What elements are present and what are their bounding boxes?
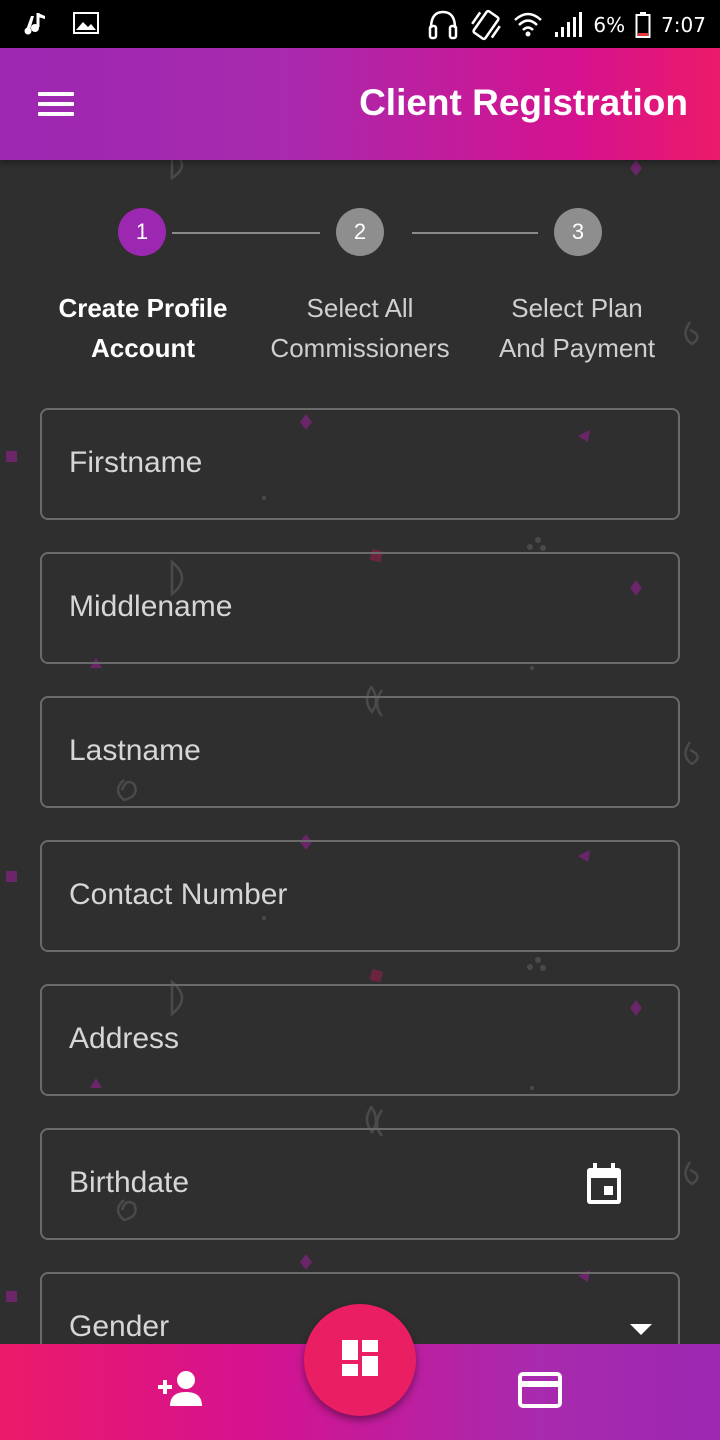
hamburger-menu-icon[interactable] [30, 84, 82, 124]
firstname-field[interactable]: Firstname [40, 408, 680, 520]
firstname-label: Firstname [69, 446, 203, 479]
calendar-icon[interactable] [584, 1162, 624, 1211]
clock: 7:07 [661, 13, 706, 37]
step-2-label[interactable]: Select All Commissioners [250, 288, 470, 368]
step-3-label[interactable]: Select Plan And Payment [467, 288, 687, 368]
lastname-field[interactable]: Lastname [40, 696, 680, 808]
add-person-icon[interactable] [156, 1368, 204, 1413]
step-1-number: 1 [135, 219, 149, 244]
step-2-indicator[interactable]: 2 [336, 208, 384, 256]
step-1-label-line1: Create Profile [58, 293, 228, 323]
middlename-field[interactable]: Middlename [40, 552, 680, 664]
music-note-icon [22, 10, 48, 36]
birthdate-field[interactable]: Birthdate [40, 1128, 680, 1240]
credit-card-icon[interactable] [518, 1372, 562, 1413]
middlename-label: Middlename [69, 590, 233, 623]
step-2-number: 2 [353, 219, 367, 244]
dashboard-button[interactable] [304, 1304, 416, 1416]
step-1-indicator[interactable]: 1 [118, 208, 166, 256]
battery-percent: 6% [593, 13, 626, 37]
step-3-number: 3 [571, 219, 585, 244]
address-field[interactable]: Address [40, 984, 680, 1096]
step-3-label-line2: And Payment [498, 333, 656, 363]
address-label: Address [69, 1022, 180, 1055]
step-3-label-line1: Select Plan [511, 293, 643, 323]
vibrate-icon [469, 8, 503, 42]
step-2-label-line1: Select All [306, 293, 414, 323]
contact-number-label: Contact Number [69, 878, 288, 911]
step-connector [412, 232, 538, 234]
step-connector [172, 232, 320, 234]
page-title: Client Registration [359, 82, 688, 123]
image-icon [72, 11, 100, 35]
gender-label: Gender [69, 1310, 170, 1343]
headset-icon [427, 8, 459, 42]
battery-low-icon [635, 11, 651, 39]
status-bar: 6% 7:07 [0, 0, 720, 48]
dashboard-icon [340, 1338, 380, 1383]
dropdown-arrow-icon[interactable] [630, 1324, 652, 1335]
lastname-label: Lastname [69, 734, 201, 767]
app-bar: Client Registration [0, 48, 720, 160]
step-3-indicator[interactable]: 3 [554, 208, 602, 256]
registration-stepper: 1 2 3 Create Profile Account Select All … [0, 208, 720, 368]
signal-icon [553, 10, 583, 40]
step-2-label-line2: Commissioners [270, 333, 450, 363]
step-1-label-line2: Account [91, 333, 195, 363]
birthdate-label: Birthdate [69, 1166, 190, 1199]
contact-number-field[interactable]: Contact Number [40, 840, 680, 952]
wifi-icon [513, 10, 543, 40]
step-1-label[interactable]: Create Profile Account [33, 288, 253, 368]
